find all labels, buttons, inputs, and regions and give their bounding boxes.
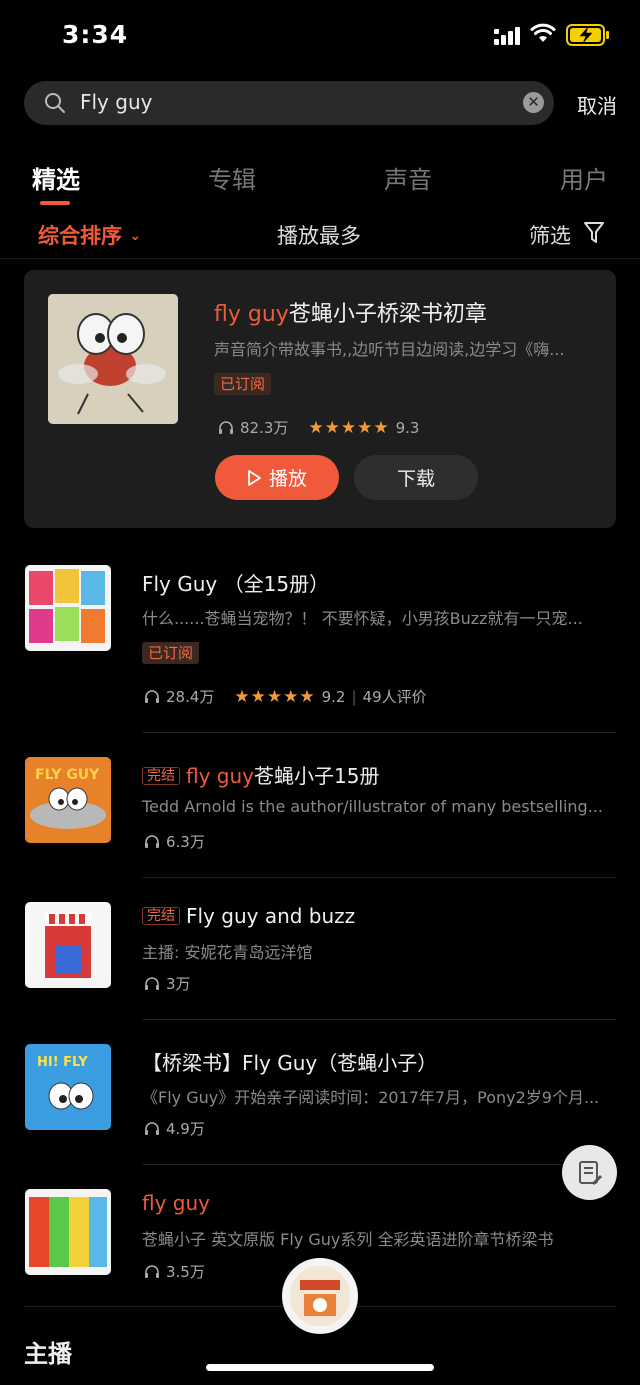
status-time: 3:34	[62, 20, 129, 49]
completed-badge: 完结	[142, 907, 180, 925]
play-count: 3.5万	[166, 1263, 205, 1281]
notes-float-button[interactable]	[562, 1145, 617, 1200]
rating-stars: ★★★★★	[234, 686, 316, 707]
headphone-icon	[145, 690, 159, 703]
album-title[interactable]: Fly Guy （全15册）	[142, 568, 329, 597]
review-count: 49人评价	[362, 688, 427, 706]
album-description: 什么......苍蝇当宠物？！ 不要怀疑，小男孩Buzz就有一只宠...	[142, 609, 583, 628]
sort-most-played-button[interactable]: 播放最多	[277, 220, 361, 250]
active-tab-indicator	[40, 201, 70, 205]
album-title[interactable]: 完结 Fly guy and buzz	[142, 904, 355, 928]
headphone-icon	[145, 835, 159, 848]
divider	[142, 1164, 616, 1165]
cancel-button[interactable]: 取消	[577, 90, 617, 119]
search-icon	[45, 93, 65, 113]
album-title-highlight: fly guy	[186, 764, 254, 788]
featured-title: fly guy苍蝇小子桥梁书初章	[214, 296, 487, 328]
tab-users[interactable]: 用户	[560, 160, 608, 195]
divider	[142, 732, 616, 733]
album-title[interactable]: 【桥梁书】Fly Guy（苍蝇小子）	[142, 1047, 437, 1076]
tab-albums[interactable]: 专辑	[208, 160, 256, 195]
album-cover-image[interactable]	[25, 902, 111, 988]
play-count: 3万	[166, 975, 191, 993]
featured-title-highlight: fly guy	[214, 302, 289, 327]
album-cover-image[interactable]: FLY GUY	[25, 757, 111, 843]
album-stats: 4.9万	[144, 1118, 205, 1139]
tab-sounds[interactable]: 声音	[384, 160, 432, 195]
album-stats: 28.4万 ★★★★★ 9.2 | 49人评价	[144, 686, 427, 707]
album-description: 《Fly Guy》开始亲子阅读时间：2017年7月，Pony2岁9个月...	[142, 1088, 600, 1107]
album-stats: 3.5万	[144, 1261, 205, 1282]
album-description: Tedd Arnold is the author/illustrator of…	[142, 797, 603, 816]
album-title[interactable]: 完结 fly guy苍蝇小子15册	[142, 760, 379, 789]
rating-score: 9.2	[321, 687, 346, 706]
edit-note-icon	[579, 1161, 602, 1185]
divider	[142, 877, 616, 878]
cellular-signal-icon	[494, 27, 520, 45]
play-icon	[248, 469, 261, 486]
featured-stats: 82.3万 ★★★★★ 9.3	[218, 417, 419, 438]
clear-search-icon[interactable]: ✕	[523, 92, 544, 113]
mini-player[interactable]	[282, 1258, 358, 1334]
headphone-icon	[219, 421, 233, 434]
divider	[142, 1019, 616, 1020]
home-indicator[interactable]	[206, 1364, 434, 1371]
featured-title-rest: 苍蝇小子桥梁书初章	[288, 302, 487, 327]
filter-icon[interactable]	[583, 221, 605, 245]
album-title[interactable]: fly guy	[142, 1191, 210, 1215]
headphone-icon	[145, 1265, 159, 1278]
play-count: 6.3万	[166, 833, 205, 851]
rating-stars: ★★★★★	[308, 417, 390, 438]
divider	[0, 258, 640, 259]
headphone-icon	[145, 1122, 159, 1135]
album-title-rest: 苍蝇小子15册	[254, 764, 380, 788]
play-button[interactable]: 播放	[215, 455, 339, 500]
sort-comprehensive-button[interactable]: 综合排序 ⌄	[38, 220, 141, 250]
album-cover-image[interactable]	[25, 1189, 111, 1275]
play-count: 4.9万	[166, 1120, 205, 1138]
completed-badge: 完结	[142, 767, 180, 785]
section-title-anchors: 主播	[24, 1340, 72, 1368]
album-title-highlight: fly guy	[142, 1191, 210, 1215]
filter-button[interactable]: 筛选	[529, 220, 571, 250]
chevron-down-icon: ⌄	[129, 228, 142, 244]
play-label: 播放	[268, 468, 307, 490]
album-stats: 6.3万	[144, 831, 205, 852]
play-count: 82.3万	[240, 419, 289, 437]
featured-description: 声音简介带故事书,,边听节目边阅读,边学习《嗨...	[214, 340, 565, 359]
headphone-icon	[145, 977, 159, 990]
svg-text:HI! FLY: HI! FLY	[37, 1055, 88, 1070]
subscribed-badge: 已订阅	[142, 642, 200, 664]
album-description: 苍蝇小子 英文原版 Fly Guy系列 全彩英语进阶章节桥梁书	[142, 1230, 554, 1249]
now-playing-cover	[290, 1266, 350, 1326]
album-cover-image[interactable]	[25, 565, 111, 651]
subscribed-badge: 已订阅	[214, 373, 272, 395]
battery-charging-icon	[566, 24, 609, 46]
album-cover-image	[48, 294, 178, 424]
album-cover-image[interactable]: HI! FLY	[25, 1044, 111, 1130]
rating-score: 9.3	[395, 418, 420, 437]
album-stats: 3万	[144, 973, 191, 994]
svg-text:FLY GUY: FLY GUY	[35, 767, 100, 783]
play-count: 28.4万	[166, 688, 215, 706]
sort-comprehensive-label: 综合排序	[38, 224, 122, 248]
download-button[interactable]: 下载	[354, 455, 478, 500]
wifi-icon	[530, 23, 556, 42]
album-title-text: Fly guy and buzz	[186, 904, 356, 928]
album-description: 主播: 安妮花青岛远洋馆	[142, 943, 313, 962]
search-input[interactable]: Fly guy	[80, 90, 152, 114]
tab-featured[interactable]: 精选	[32, 160, 80, 195]
